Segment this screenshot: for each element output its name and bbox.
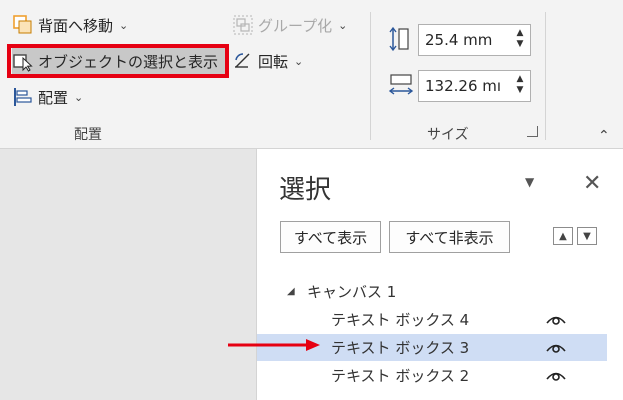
align-left-icon	[12, 86, 34, 108]
shape-width-field[interactable]: 132.26 mı ▲ ▼	[418, 70, 531, 102]
shape-height-icon	[388, 26, 414, 52]
shape-width-value: 132.26 mı	[425, 77, 502, 95]
shape-height-value: 25.4 mm	[425, 31, 493, 49]
tree-root[interactable]: ◢ キャンバス 1	[257, 278, 607, 305]
arrange-group-label: 配置	[74, 127, 102, 143]
align-label: 配置	[38, 88, 69, 107]
selection-pane: 選択 ▼ ✕ すべて表示 すべて非表示 ▲ ▼ ◢ キャンバス 1 テキスト ボ…	[256, 149, 623, 400]
show-all-button[interactable]: すべて表示	[280, 221, 381, 253]
spin-arrows-icon[interactable]: ▲ ▼	[514, 74, 526, 98]
highlight-box	[7, 44, 229, 78]
pane-title: 選択	[279, 175, 332, 205]
chevron-down-icon[interactable]: ⌄	[119, 19, 128, 32]
eye-icon[interactable]	[545, 367, 567, 383]
group-label: グループ化	[258, 16, 333, 35]
shape-width-icon	[388, 72, 414, 98]
send-backward-order-icon[interactable]: ▼	[577, 227, 597, 245]
list-item[interactable]: テキスト ボックス 4	[257, 306, 607, 333]
group-button[interactable]: グループ化 ⌄	[232, 12, 347, 38]
group-separator	[545, 12, 546, 140]
collapse-ribbon-icon[interactable]: ⌃	[598, 128, 610, 144]
eye-icon[interactable]	[545, 339, 567, 355]
spin-arrows-icon[interactable]: ▲ ▼	[514, 28, 526, 52]
eye-icon[interactable]	[545, 311, 567, 327]
collapse-triangle-icon[interactable]: ◢	[287, 286, 295, 297]
dialog-launcher-icon[interactable]	[527, 126, 538, 137]
tree-root-label: キャンバス 1	[307, 283, 397, 301]
bring-forward-icon[interactable]: ▲	[553, 227, 573, 245]
size-group-label: サイズ	[427, 127, 469, 143]
align-button[interactable]: 配置 ⌄	[12, 84, 83, 110]
group-objects-icon	[232, 14, 254, 36]
rotate-label: 回転	[258, 52, 289, 71]
ribbon: 背面へ移動 ⌄ オブジェクトの選択と表示 配置 ⌄ グループ化 ⌄ 回転 ⌄ 配…	[0, 0, 623, 149]
shape-height-field[interactable]: 25.4 mm ▲ ▼	[418, 24, 531, 56]
list-item-label: テキスト ボックス 4	[331, 311, 470, 329]
close-icon[interactable]: ✕	[583, 171, 601, 196]
send-backward-label: 背面へ移動	[38, 16, 114, 35]
group-separator	[370, 12, 371, 140]
rotate-button[interactable]: 回転 ⌄	[232, 48, 303, 74]
rotate-icon	[232, 50, 254, 72]
chevron-down-icon[interactable]: ⌄	[338, 19, 347, 32]
send-backward-button[interactable]: 背面へ移動 ⌄	[12, 12, 128, 38]
list-item[interactable]: テキスト ボックス 2	[257, 362, 607, 389]
pane-options-icon[interactable]: ▼	[525, 175, 534, 189]
chevron-down-icon[interactable]: ⌄	[74, 91, 83, 104]
hide-all-button[interactable]: すべて非表示	[389, 221, 510, 253]
chevron-down-icon[interactable]: ⌄	[294, 55, 303, 68]
annotation-arrow	[228, 339, 320, 351]
list-item-label: テキスト ボックス 2	[331, 367, 470, 385]
list-item-label: テキスト ボックス 3	[331, 339, 470, 357]
send-backward-icon	[12, 14, 34, 36]
